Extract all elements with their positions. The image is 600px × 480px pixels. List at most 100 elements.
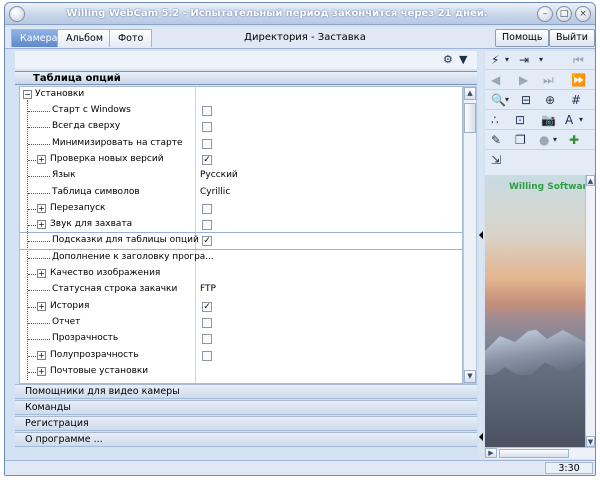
options-scrollbar[interactable]: ▲ ▼ — [463, 86, 477, 384]
option-row[interactable]: Подсказки для таблицы опций ✓ — [20, 232, 462, 251]
zoom-page-icon[interactable]: 🔍 — [491, 93, 506, 107]
main-tab-bar: Камера Альбом Фото Директория - Заставка… — [5, 27, 595, 49]
frame-icon[interactable]: ⊡ — [515, 113, 525, 127]
option-row[interactable]: + Перезапуск — [20, 201, 462, 217]
motion-icon[interactable]: ∴ — [491, 113, 499, 127]
option-value[interactable]: Русский — [200, 170, 238, 180]
option-row[interactable]: Дополнение к заголовку програ... — [20, 250, 462, 266]
option-label: Качество изображения — [50, 268, 161, 278]
option-checkbox[interactable] — [202, 106, 212, 116]
option-checkbox[interactable] — [202, 138, 212, 149]
minimize-icon[interactable]: – — [537, 6, 553, 22]
collapse-left-icon[interactable] — [479, 433, 483, 441]
option-checkbox[interactable]: ✓ — [202, 236, 212, 247]
collapse-left-icon[interactable] — [479, 231, 483, 239]
effects-icon[interactable]: ⚡ — [491, 53, 499, 67]
camera-preview[interactable]: Willing Software — [485, 175, 585, 447]
option-checkbox[interactable] — [202, 334, 212, 345]
option-checkbox[interactable] — [202, 122, 212, 133]
option-row[interactable]: + Проверка новых версий ✓ — [20, 152, 462, 168]
scroll-up-icon[interactable]: ▲ — [586, 175, 595, 186]
help-button[interactable]: Помощь — [495, 29, 550, 47]
collapse-icon[interactable]: − — [23, 90, 32, 99]
close-icon[interactable]: × — [575, 6, 591, 22]
tab-album[interactable]: Альбом — [57, 29, 113, 47]
preview-horizontal-scrollbar[interactable]: ◀ ▶ — [485, 447, 595, 459]
grid-icon[interactable]: # — [571, 93, 581, 107]
option-checkbox[interactable] — [202, 220, 212, 231]
scroll-down-icon[interactable]: ▼ — [464, 370, 476, 383]
expand-icon[interactable]: + — [37, 154, 46, 164]
option-row[interactable]: Статусная строка закачки FTP — [20, 282, 462, 298]
section-registration[interactable]: Регистрация — [15, 416, 477, 431]
option-row[interactable]: + История ✓ — [20, 299, 462, 315]
tab-photo[interactable]: Фото — [109, 29, 153, 47]
option-row[interactable]: + Качество изображения — [20, 266, 462, 282]
section-commands[interactable]: Команды — [15, 400, 477, 415]
option-value[interactable]: FTP — [200, 284, 216, 294]
option-row[interactable]: + Полупрозрачность — [20, 348, 462, 364]
skip-start-icon[interactable]: ⏮ — [573, 53, 584, 67]
option-row[interactable]: + Звук для захвата — [20, 217, 462, 233]
skip-end-icon[interactable]: ⏭ — [543, 73, 554, 87]
expand-icon[interactable]: + — [37, 203, 46, 213]
next-icon[interactable]: ▶ — [519, 73, 528, 87]
tree-connector — [28, 257, 50, 259]
option-row[interactable]: Прозрачность — [20, 331, 462, 347]
previous-icon[interactable]: ◀ — [491, 73, 500, 87]
option-checkbox[interactable] — [202, 203, 212, 214]
option-row[interactable]: Язык Русский — [20, 168, 462, 184]
maximize-icon[interactable]: □ — [556, 6, 572, 22]
options-table-header[interactable]: Таблица опций — [15, 71, 477, 85]
panel-splitter[interactable] — [479, 51, 483, 459]
export-icon[interactable]: ⇥ — [519, 53, 529, 67]
option-row[interactable]: Старт с Windows — [20, 103, 462, 119]
section-camera-helpers[interactable]: Помощники для видео камеры — [15, 384, 477, 399]
tree-root[interactable]: − Установки — [20, 87, 462, 103]
chevron-down-icon[interactable]: ▾ — [539, 53, 543, 67]
exit-icon[interactable]: ⇲ — [491, 153, 501, 167]
option-checkbox[interactable] — [202, 317, 212, 328]
expand-icon[interactable]: + — [37, 301, 46, 311]
schedule-icon[interactable]: ✎ — [491, 133, 501, 147]
chevron-down-icon[interactable]: ▼ — [459, 53, 467, 66]
option-checkbox[interactable] — [202, 350, 212, 361]
expand-icon[interactable]: + — [37, 269, 46, 278]
scroll-right-icon[interactable]: ▶ — [485, 448, 497, 458]
system-menu-icon[interactable] — [9, 6, 25, 22]
record-icon[interactable]: ● — [539, 133, 549, 147]
scroll-thumb[interactable] — [464, 103, 476, 133]
option-checkbox[interactable]: ✓ — [202, 154, 212, 165]
target-icon[interactable]: ⊕ — [545, 93, 555, 107]
chevron-down-icon[interactable]: ▾ — [505, 93, 509, 107]
option-row[interactable]: + Почтовые установки — [20, 364, 462, 380]
settings-icon[interactable]: ⚙ — [443, 53, 453, 66]
expand-icon[interactable]: + — [37, 350, 46, 360]
option-checkbox[interactable]: ✓ — [202, 301, 212, 312]
chevron-down-icon[interactable]: ▾ — [579, 113, 583, 127]
text-icon[interactable]: A — [565, 113, 573, 127]
expand-icon[interactable]: + — [37, 220, 46, 230]
option-row[interactable]: Всегда сверху — [20, 119, 462, 135]
exit-button[interactable]: Выйти — [549, 29, 595, 47]
scroll-thumb[interactable] — [499, 449, 569, 458]
option-value[interactable]: Cyrillic — [200, 187, 230, 197]
chevron-down-icon[interactable]: ▾ — [505, 53, 509, 67]
option-row[interactable]: Отчет — [20, 315, 462, 331]
option-row[interactable]: Минимизировать на старте — [20, 136, 462, 152]
fast-forward-icon[interactable]: ⏩ — [571, 73, 586, 87]
section-about[interactable]: О программе ... — [15, 432, 477, 447]
title-bar[interactable]: Willing WebCam 5.2 - Испытательный перио… — [5, 3, 595, 25]
preview-vertical-scrollbar[interactable]: ▲ ▼ — [585, 175, 595, 447]
copy-icon[interactable]: ❐ — [515, 133, 526, 147]
layout-icon[interactable]: ⊟ — [521, 93, 531, 107]
scroll-down-icon[interactable]: ▼ — [586, 436, 595, 447]
expand-icon[interactable]: + — [37, 366, 46, 376]
tree-connector — [28, 176, 50, 178]
option-row[interactable]: Таблица символов Cyrillic — [20, 185, 462, 201]
add-icon[interactable]: ✚ — [569, 133, 579, 147]
camera-icon[interactable]: 📷 — [541, 113, 556, 127]
options-tree: − Установки Старт с Windows Всегда сверху… — [19, 86, 463, 384]
chevron-down-icon[interactable]: ▾ — [553, 133, 557, 147]
scroll-up-icon[interactable]: ▲ — [464, 87, 476, 100]
